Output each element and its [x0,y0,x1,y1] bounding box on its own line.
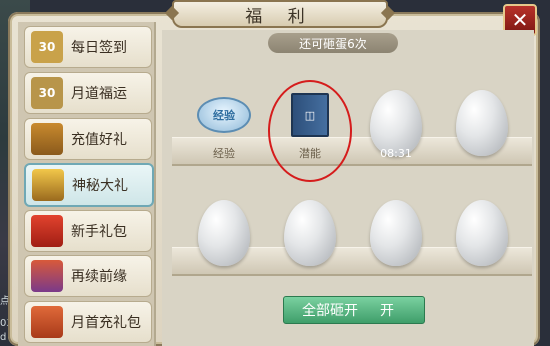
break-all-button[interactable]: 全部砸开 开 [283,296,425,324]
egg-slot[interactable] [270,176,350,276]
sidebar-item-recharge-gift[interactable]: 充值好礼 [24,118,152,160]
slot-label: 经验 [213,147,235,160]
sidebar-item-label: 新手礼包 [71,224,127,240]
exp-prize: 经验 [196,92,252,138]
egg-slot[interactable] [442,176,522,276]
money-bag-icon [31,306,63,338]
scenery-text: d [0,332,7,343]
silver-egg-icon [370,200,422,266]
silver-egg-icon [456,200,508,266]
egg-slot[interactable] [356,176,436,276]
open-chest-icon [32,169,64,201]
close-icon: ✕ [511,8,529,32]
sidebar-item-label: 每日签到 [71,40,127,56]
sidebar-item-daily-checkin[interactable]: 30 每日签到 [24,26,152,68]
silver-egg-icon [456,90,508,156]
calendar-yinyang-icon: 30 [31,77,63,109]
break-all-label: 全部砸开 [302,303,358,319]
sidebar-item-label: 月道福运 [71,86,127,102]
break-all-suffix: 开 [380,303,394,319]
egg-slot[interactable]: 08:31 [356,66,436,166]
sidebar-item-label: 神秘大礼 [72,178,128,194]
egg-slot[interactable] [184,176,264,276]
silver-egg-icon [198,200,250,266]
sidebar-item-label: 再续前缘 [71,269,127,285]
treasure-chest-icon [31,123,63,155]
exp-badge-icon: 经验 [197,97,251,133]
egg-slot[interactable] [442,66,522,166]
calendar-30-icon: 30 [31,31,63,63]
sidebar-item-label: 月首充礼包 [71,315,141,331]
sidebar-item-newbie-pack[interactable]: 新手礼包 [24,210,152,252]
silver-egg-icon [284,200,336,266]
gift-box-icon [31,215,63,247]
chest-rope-icon [31,260,63,292]
egg-timer: 08:31 [380,147,412,160]
egg-slot[interactable]: 经验 经验 [184,66,264,166]
remaining-count: 还可砸蛋6次 [268,33,398,53]
sidebar: 30 每日签到 30 月道福运 充值好礼 神秘大礼 新手礼包 再续前缘 月首充礼… [18,22,156,346]
egg-shelf-row-1: 经验 经验 ◫ 潜能 08:31 [172,66,532,166]
sidebar-item-mystery-gift[interactable]: 神秘大礼 [24,163,154,207]
highlight-annotation-circle [268,80,352,182]
egg-shelf-row-2 [172,176,532,276]
sidebar-item-renew-fate[interactable]: 再续前缘 [24,255,152,297]
sidebar-item-monthly-fortune[interactable]: 30 月道福运 [24,72,152,114]
sidebar-item-label: 充值好礼 [71,132,127,148]
window-title: 福 利 [172,0,388,28]
sidebar-item-first-recharge[interactable]: 月首充礼包 [24,301,152,343]
